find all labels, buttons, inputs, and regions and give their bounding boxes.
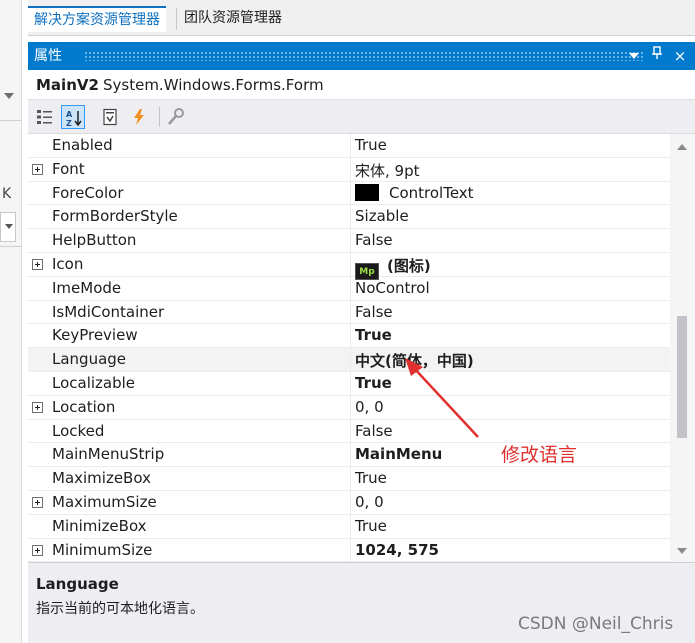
visual-studio-properties-window: K 解决方案资源管理器 团队资源管理器 属性 × MainV2 System.W… (0, 0, 695, 643)
annotation-label: 修改语言 (501, 444, 578, 466)
annotation-arrow (405, 358, 479, 438)
